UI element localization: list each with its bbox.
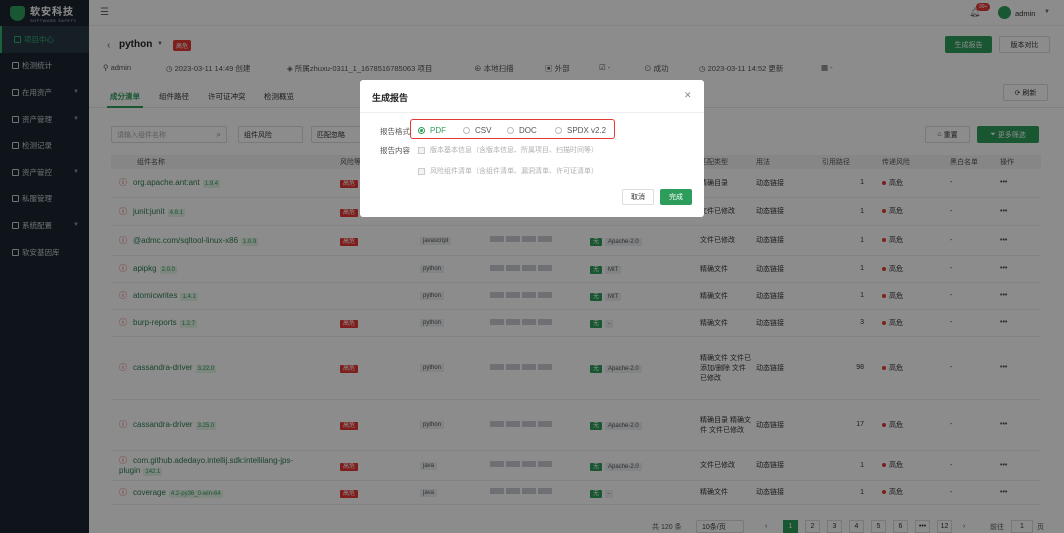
checkbox-icon	[418, 167, 425, 175]
radio-icon	[463, 127, 470, 134]
generate-report-dialog: 生成报告 ✕ 报告格式 PDF CSV DOC SPDX v2.2 报告内容 版…	[360, 80, 704, 217]
divider	[360, 112, 704, 113]
format-radio-csv[interactable]: CSV	[463, 126, 491, 135]
confirm-button[interactable]: 完成	[660, 189, 692, 205]
radio-icon	[555, 127, 562, 134]
cancel-button[interactable]: 取消	[622, 189, 654, 205]
close-icon[interactable]: ✕	[684, 90, 692, 101]
format-radio-spdx[interactable]: SPDX v2.2	[555, 126, 606, 135]
checkbox-icon	[418, 146, 425, 154]
radio-checked-icon	[418, 127, 425, 134]
format-radio-group: PDF CSV DOC SPDX v2.2	[410, 119, 615, 139]
format-label: 报告格式	[380, 127, 410, 136]
radio-icon	[507, 127, 514, 134]
format-radio-doc[interactable]: DOC	[507, 126, 537, 135]
content-label: 报告内容	[380, 146, 410, 155]
dialog-title: 生成报告	[372, 93, 409, 103]
content-checkbox-risk: 风险组件清单（含组件清单、漏洞清单、许可证清单）	[418, 166, 598, 176]
content-checkbox-basic: 版本基本信息（含版本信息、所属项目、扫描时间等）	[418, 145, 598, 155]
format-radio-pdf[interactable]: PDF	[418, 126, 446, 135]
